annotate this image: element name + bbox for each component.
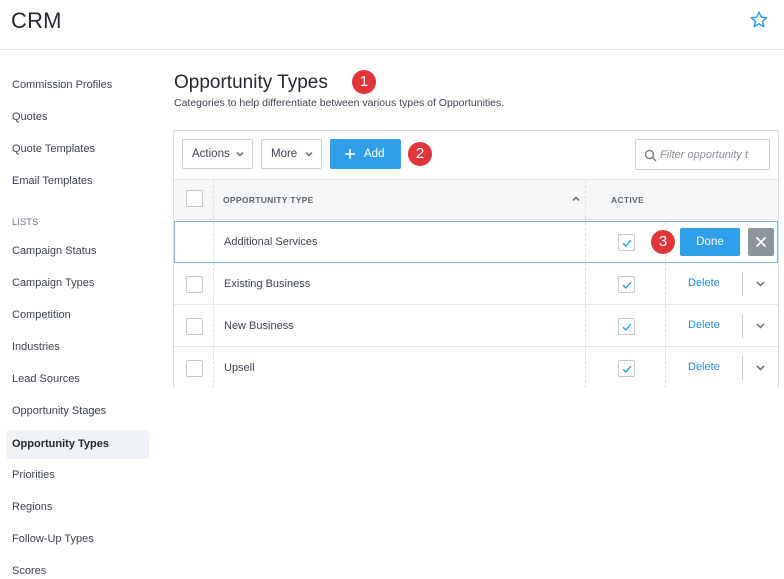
chevron-down-icon [305, 152, 313, 157]
column-divider [585, 347, 586, 388]
sidebar-item-competition[interactable]: Competition [6, 301, 149, 330]
column-divider [665, 347, 666, 388]
plus-icon [345, 149, 355, 159]
split-divider [742, 356, 743, 380]
column-divider [585, 180, 586, 219]
column-divider [213, 222, 214, 262]
column-divider [665, 305, 666, 346]
delete-link[interactable]: Delete [688, 361, 720, 373]
cancel-edit-button[interactable] [748, 228, 774, 256]
active-checkbox[interactable] [618, 234, 635, 251]
sidebar-item-quotes[interactable]: Quotes [6, 103, 149, 132]
sidebar-heading-lists: LISTS [12, 217, 39, 227]
sidebar-item-lead-sources[interactable]: Lead Sources [6, 365, 149, 394]
column-divider [213, 305, 214, 346]
active-checkbox[interactable] [618, 318, 635, 335]
chevron-down-icon [236, 152, 244, 157]
checkmark-icon [622, 281, 632, 290]
sidebar-item-campaign-status[interactable]: Campaign Status [6, 237, 149, 266]
row-select-checkbox[interactable] [186, 360, 203, 377]
search-icon [644, 149, 657, 162]
opportunity-type-name: Existing Business [224, 278, 311, 290]
sidebar-item-industries[interactable]: Industries [6, 333, 149, 362]
opportunity-type-name[interactable]: Additional Services [224, 236, 318, 248]
column-divider [585, 222, 586, 262]
sidebar: Commission Profiles Quotes Quote Templat… [0, 50, 158, 579]
sidebar-item-campaign-types[interactable]: Campaign Types [6, 269, 149, 298]
checkmark-icon [622, 239, 632, 248]
column-header-opportunity-type[interactable]: OPPORTUNITY TYPE [223, 195, 314, 205]
sidebar-item-priorities[interactable]: Priorities [6, 461, 149, 490]
row-select-checkbox[interactable] [186, 276, 203, 293]
actions-label: Actions [192, 148, 230, 160]
done-button[interactable]: Done [680, 228, 740, 256]
column-divider [213, 263, 214, 304]
app-title: CRM [11, 8, 62, 33]
star-icon[interactable] [749, 10, 769, 30]
chevron-up-icon[interactable] [571, 194, 581, 204]
actions-dropdown-button[interactable]: Actions [182, 139, 253, 169]
sidebar-item-quote-templates[interactable]: Quote Templates [6, 135, 149, 164]
filter-search-box[interactable] [635, 139, 770, 170]
sidebar-item-email-templates[interactable]: Email Templates [6, 167, 149, 196]
delete-link[interactable]: Delete [688, 277, 720, 289]
opportunity-type-name: New Business [224, 320, 294, 332]
active-checkbox[interactable] [618, 360, 635, 377]
column-divider [213, 180, 214, 219]
filter-input[interactable] [660, 145, 764, 165]
sidebar-item-follow-up-types[interactable]: Follow-Up Types [6, 525, 149, 554]
checkmark-icon [622, 323, 632, 332]
sidebar-item-opportunity-types[interactable]: Opportunity Types [6, 430, 149, 459]
step-badge-1: 1 [352, 70, 376, 94]
sidebar-item-commission-profiles[interactable]: Commission Profiles [6, 71, 149, 100]
step-badge-2: 2 [408, 142, 432, 166]
column-divider [213, 347, 214, 388]
column-divider [585, 305, 586, 346]
close-icon [755, 236, 767, 248]
select-all-checkbox[interactable] [186, 190, 203, 207]
add-label: Add [364, 148, 385, 160]
column-divider [585, 263, 586, 304]
more-dropdown-button[interactable]: More [261, 139, 322, 169]
sidebar-item-opportunity-stages[interactable]: Opportunity Stages [6, 397, 149, 426]
split-divider [742, 314, 743, 338]
chevron-down-icon[interactable] [755, 362, 766, 373]
page-title: Opportunity Types [174, 72, 328, 93]
column-divider [665, 263, 666, 304]
opportunity-type-name: Upsell [224, 362, 255, 374]
page-description: Categories to help differentiate between… [174, 97, 505, 109]
active-checkbox[interactable] [618, 276, 635, 293]
chevron-down-icon[interactable] [755, 320, 766, 331]
checkmark-icon [622, 365, 632, 374]
sidebar-item-regions[interactable]: Regions [6, 493, 149, 522]
split-divider [742, 272, 743, 296]
sidebar-item-scores[interactable]: Scores [6, 557, 149, 579]
add-button[interactable]: Add [330, 139, 401, 169]
column-header-active[interactable]: ACTIVE [611, 195, 644, 205]
more-label: More [271, 148, 298, 160]
row-select-checkbox[interactable] [186, 318, 203, 335]
chevron-down-icon[interactable] [755, 278, 766, 289]
delete-link[interactable]: Delete [688, 319, 720, 331]
step-badge-3: 3 [651, 230, 675, 254]
app-header: CRM [0, 0, 784, 50]
